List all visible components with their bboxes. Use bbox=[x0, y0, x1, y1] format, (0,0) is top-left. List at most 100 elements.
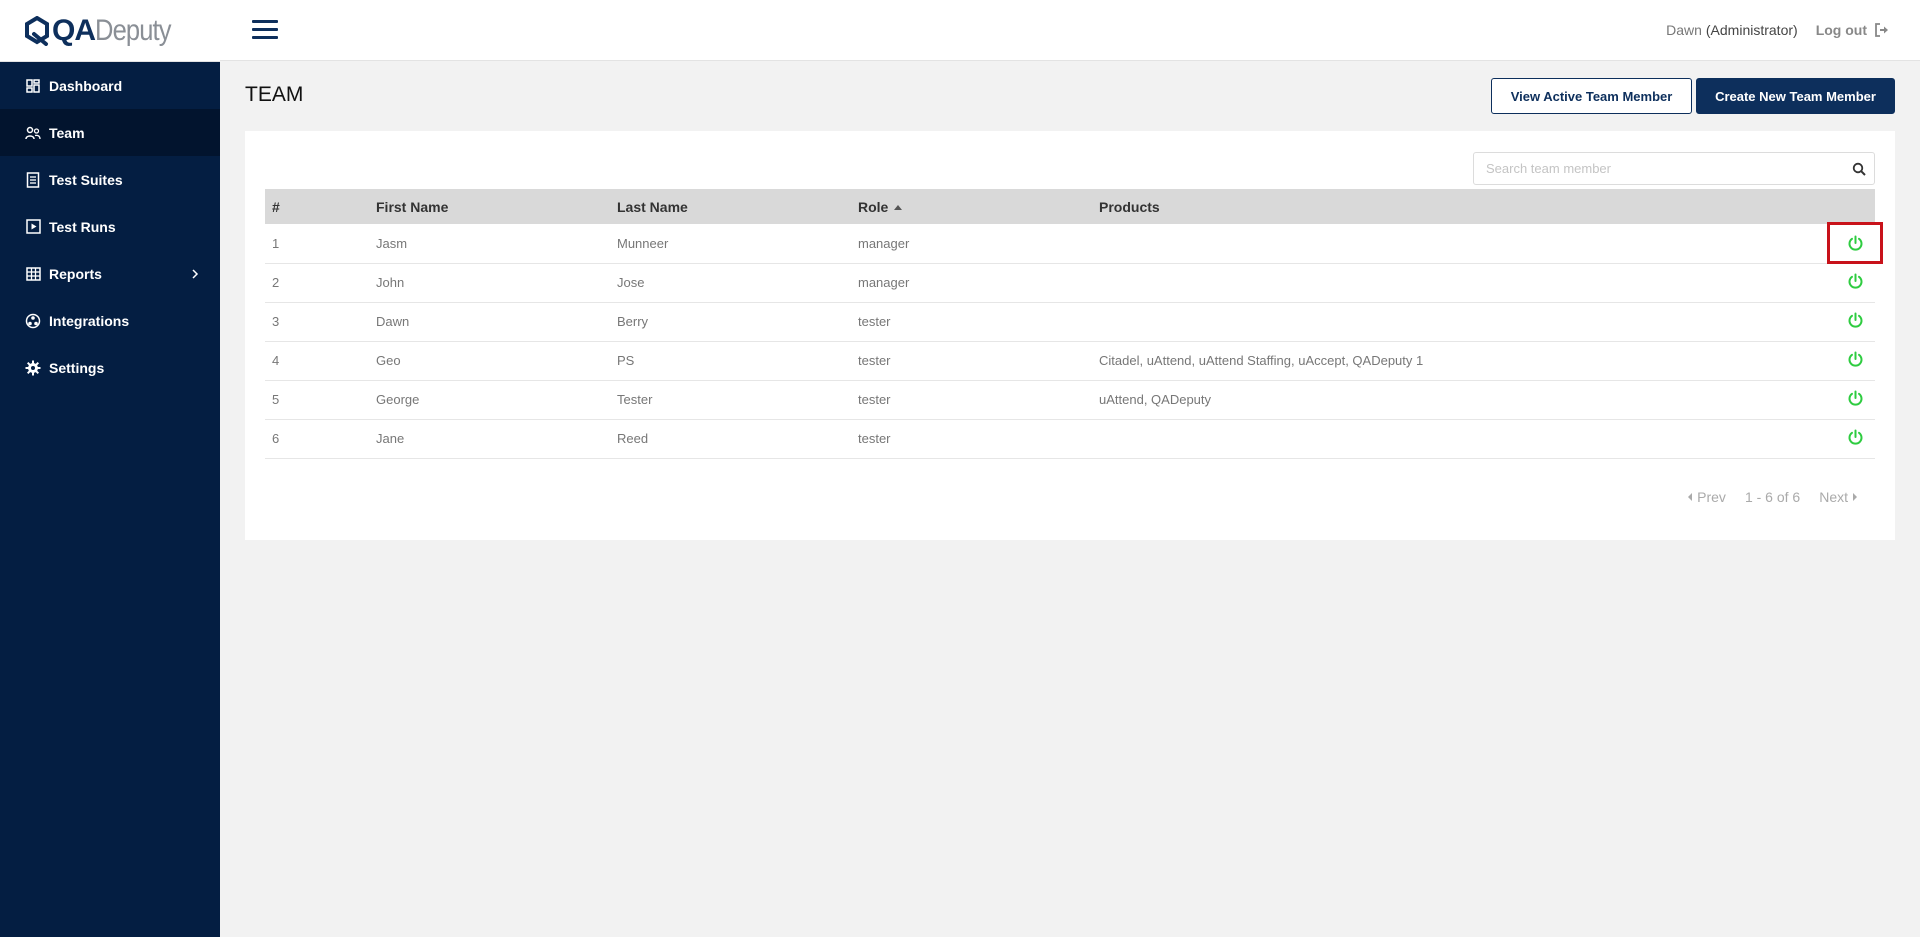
sidebar-item-team[interactable]: Team bbox=[0, 109, 220, 156]
sidebar-item-label: Dashboard bbox=[49, 77, 123, 94]
table-row: 5 George Tester tester uAttend, QADeputy bbox=[265, 380, 1875, 419]
table-row: 6 Jane Reed tester bbox=[265, 419, 1875, 458]
search-input[interactable] bbox=[1474, 153, 1844, 184]
cell-number: 3 bbox=[272, 314, 280, 329]
sidebar: QA Deputy Dashboard Team Test Suites Test… bbox=[0, 0, 220, 937]
column-header-actions bbox=[1792, 189, 1875, 224]
power-toggle-icon[interactable] bbox=[1845, 272, 1865, 292]
table-row: 3 Dawn Berry tester bbox=[265, 302, 1875, 341]
sidebar-item-label: Reports bbox=[49, 265, 102, 282]
sidebar-item-test-runs[interactable]: Test Runs bbox=[0, 203, 220, 250]
hamburger-menu-icon[interactable] bbox=[252, 20, 278, 40]
cell-role: manager bbox=[858, 275, 910, 290]
column-header-role-label: Role bbox=[858, 198, 889, 215]
cell-role: tester bbox=[858, 392, 891, 407]
table-header-row: # First Name Last Name Role Products bbox=[265, 189, 1875, 224]
cell-first-name: Jasm bbox=[376, 235, 408, 251]
create-new-team-member-button[interactable]: Create New Team Member bbox=[1696, 78, 1895, 114]
reports-table-icon bbox=[25, 266, 41, 282]
user-role: (Administrator) bbox=[1705, 22, 1798, 38]
power-toggle-icon[interactable] bbox=[1845, 428, 1865, 448]
cell-first-name: John bbox=[376, 275, 405, 290]
sidebar-item-label: Team bbox=[49, 124, 85, 141]
cell-role: tester bbox=[858, 353, 891, 368]
cell-products bbox=[1092, 224, 1792, 263]
column-header-number[interactable]: # bbox=[265, 189, 369, 224]
cell-actions bbox=[1792, 222, 1883, 264]
test-suites-icon bbox=[25, 171, 41, 188]
cell-first-name: Dawn bbox=[376, 314, 410, 329]
cell-last-name: Berry bbox=[617, 314, 649, 329]
cell-number: 6 bbox=[272, 431, 280, 446]
page-title: TEAM bbox=[245, 83, 304, 106]
test-runs-icon bbox=[25, 219, 41, 235]
pagination: Prev 1 - 6 of 6 Next bbox=[1688, 489, 1857, 505]
sidebar-item-reports[interactable]: Reports bbox=[0, 250, 220, 297]
cell-role: tester bbox=[858, 314, 891, 329]
team-card: # First Name Last Name Role Products 1 J… bbox=[245, 131, 1895, 540]
logo-text-qa: QA bbox=[52, 13, 96, 47]
cell-actions bbox=[1792, 341, 1875, 380]
cell-last-name: Reed bbox=[617, 431, 649, 446]
caret-right-icon bbox=[1853, 493, 1857, 501]
cell-actions bbox=[1792, 263, 1875, 302]
caret-left-icon bbox=[1688, 493, 1693, 501]
table-row: 4 Geo PS tester Citadel, uAttend, uAtten… bbox=[265, 341, 1875, 380]
cell-actions bbox=[1792, 380, 1875, 419]
cell-first-name: George bbox=[376, 392, 420, 407]
logo[interactable]: QA Deputy bbox=[0, 0, 220, 62]
power-toggle-icon[interactable] bbox=[1827, 222, 1883, 264]
cell-products: uAttend, QADeputy bbox=[1099, 392, 1212, 407]
cell-role: tester bbox=[858, 431, 891, 446]
dashboard-grid-icon bbox=[25, 78, 41, 94]
cell-products bbox=[1092, 302, 1792, 341]
cell-products: Citadel, uAttend, uAttend Staffing, uAcc… bbox=[1099, 353, 1424, 368]
next-label: Next bbox=[1819, 489, 1848, 505]
cell-first-name: Geo bbox=[376, 353, 401, 368]
power-toggle-icon[interactable] bbox=[1845, 389, 1865, 409]
search-box bbox=[1473, 152, 1875, 185]
sidebar-item-integrations[interactable]: Integrations bbox=[0, 297, 220, 344]
cell-actions bbox=[1792, 302, 1875, 341]
cell-products bbox=[1092, 419, 1792, 458]
table-row: 2 John Jose manager bbox=[265, 263, 1875, 302]
column-header-products[interactable]: Products bbox=[1092, 189, 1792, 224]
sidebar-item-dashboard[interactable]: Dashboard bbox=[0, 62, 220, 109]
view-active-team-member-button[interactable]: View Active Team Member bbox=[1491, 78, 1692, 114]
logout-icon bbox=[1875, 23, 1888, 37]
column-header-role[interactable]: Role bbox=[851, 189, 1092, 224]
team-users-icon bbox=[25, 125, 41, 141]
team-table: # First Name Last Name Role Products 1 J… bbox=[265, 189, 1883, 459]
table-row: 1 Jasm Munneer manager bbox=[265, 222, 1883, 264]
sidebar-nav: Dashboard Team Test Suites Test Runs Rep… bbox=[0, 62, 220, 391]
sort-ascending-icon bbox=[894, 204, 903, 210]
cell-role: manager bbox=[858, 235, 910, 251]
cell-last-name: PS bbox=[617, 353, 635, 368]
cell-last-name: Munneer bbox=[617, 235, 669, 251]
sidebar-item-test-suites[interactable]: Test Suites bbox=[0, 156, 220, 203]
sidebar-item-label: Integrations bbox=[49, 312, 130, 329]
cell-actions bbox=[1792, 419, 1875, 458]
top-bar: Dawn (Administrator) Log out bbox=[220, 0, 1920, 61]
logout-link[interactable]: Log out bbox=[1816, 22, 1890, 38]
chevron-right-icon bbox=[192, 268, 199, 279]
search-icon[interactable] bbox=[1844, 153, 1874, 184]
sidebar-item-label: Test Suites bbox=[49, 171, 123, 188]
prev-page-button[interactable]: Prev bbox=[1688, 489, 1726, 505]
cell-number: 2 bbox=[272, 275, 280, 290]
page-range: 1 - 6 of 6 bbox=[1744, 489, 1801, 505]
column-header-last-name[interactable]: Last Name bbox=[610, 189, 851, 224]
user-name: Dawn bbox=[1666, 22, 1702, 38]
cell-products bbox=[1092, 263, 1792, 302]
cell-last-name: Jose bbox=[617, 275, 645, 290]
power-toggle-icon[interactable] bbox=[1845, 311, 1865, 331]
power-toggle-icon[interactable] bbox=[1845, 350, 1865, 370]
logout-label: Log out bbox=[1815, 22, 1867, 38]
sidebar-item-settings[interactable]: Settings bbox=[0, 344, 220, 391]
cell-last-name: Tester bbox=[617, 392, 653, 407]
qadeputy-logo-icon bbox=[25, 15, 49, 46]
cell-first-name: Jane bbox=[376, 431, 405, 446]
integrations-icon bbox=[25, 313, 41, 329]
next-page-button[interactable]: Next bbox=[1819, 489, 1857, 505]
column-header-first-name[interactable]: First Name bbox=[369, 189, 610, 224]
